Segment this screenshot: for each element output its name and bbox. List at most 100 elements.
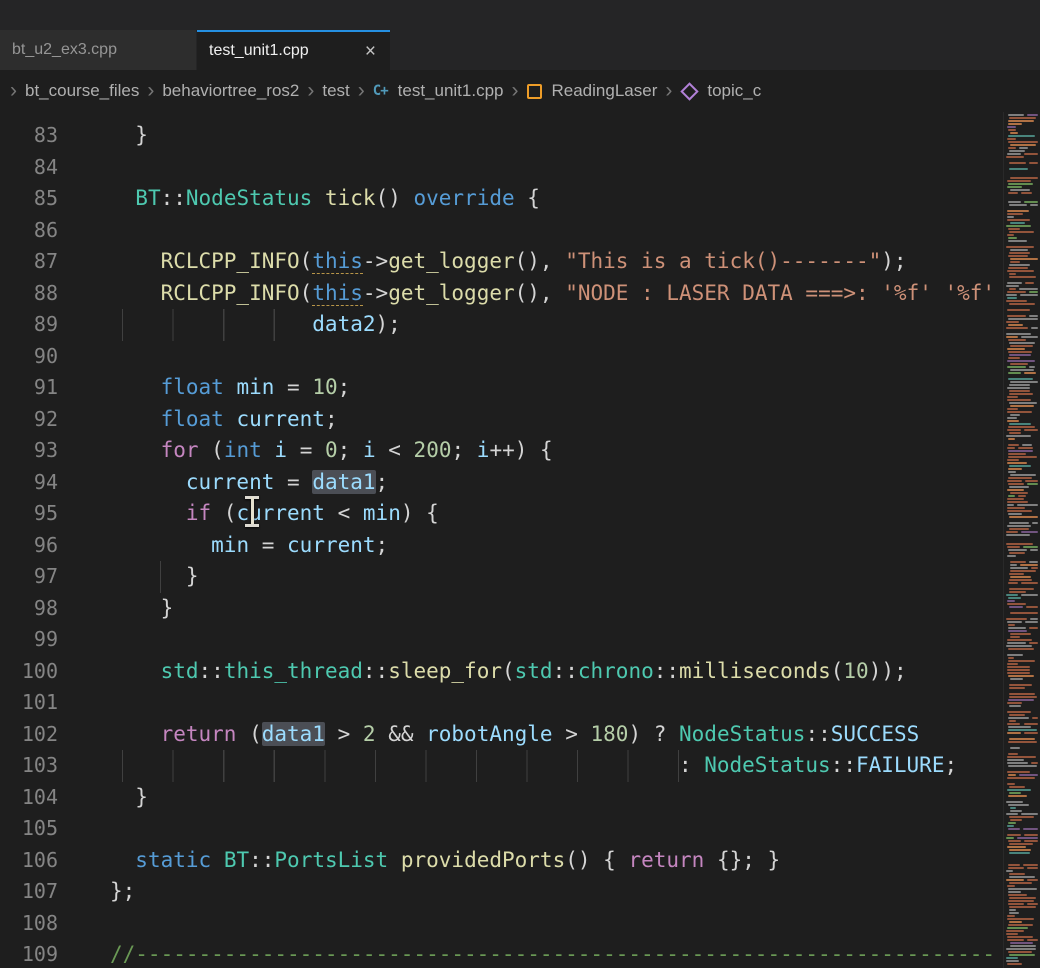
code-token: ::	[654, 659, 679, 683]
code-line[interactable]	[110, 152, 1040, 184]
code-line[interactable]: : NodeStatus::FAILURE;	[110, 750, 1040, 782]
breadcrumb-item-behaviortree-ros2[interactable]: behaviortree_ros2	[162, 81, 299, 101]
code-line[interactable]: return (data1 > 2 && robotAngle > 180) ?…	[110, 719, 1040, 751]
code-token	[224, 407, 237, 431]
code-line[interactable]: static BT::PortsList providedPorts() { r…	[110, 845, 1040, 877]
minimap-line	[1006, 534, 1030, 536]
code-line[interactable]: }	[110, 120, 1040, 152]
chevron-right-icon: ›	[358, 80, 365, 101]
code-line[interactable]: RCLCPP_INFO(this->get_logger(), "This is…	[110, 246, 1040, 278]
minimap-line	[1021, 531, 1038, 533]
code-token	[211, 848, 224, 872]
tab-bt_u2_ex3[interactable]: bt_u2_ex3.cpp	[0, 30, 197, 70]
code-line[interactable]: if (current < min) {	[110, 498, 1040, 530]
code-token: float	[161, 407, 224, 431]
minimap-line	[1007, 180, 1032, 182]
code-line[interactable]: };	[110, 876, 1040, 908]
code-area[interactable]: } BT::NodeStatus tick() override { RCLCP…	[110, 112, 1040, 968]
minimap-line	[1008, 717, 1028, 719]
chevron-right-icon: ›	[147, 80, 154, 101]
code-line[interactable]: RCLCPP_INFO(this->get_logger(), "NODE : …	[110, 278, 1040, 310]
code-line[interactable]	[110, 341, 1040, 373]
minimap-line	[1008, 795, 1027, 797]
minimap-line	[1029, 366, 1035, 368]
code-token: };	[110, 879, 135, 903]
breadcrumb-item-test-unit1-cpp[interactable]: test_unit1.cpp	[398, 81, 504, 101]
code-line[interactable]: for (int i = 0; i < 200; i++) {	[110, 435, 1040, 467]
code-token: ) ?	[628, 722, 679, 746]
breadcrumb-item-test[interactable]: test	[322, 81, 349, 101]
minimap-line	[1006, 813, 1018, 815]
code-line[interactable]: min = current;	[110, 530, 1040, 562]
code-token: ::	[161, 186, 186, 210]
breadcrumb-item-readinglaser[interactable]: ReadingLaser	[552, 81, 658, 101]
code-token: (	[199, 438, 224, 462]
minimap-line	[1010, 819, 1022, 821]
minimap-line	[1021, 582, 1038, 584]
code-token: (),	[515, 249, 566, 273]
close-icon[interactable]: ×	[363, 42, 378, 61]
minimap-line	[1010, 177, 1038, 179]
minimap-line	[1010, 492, 1028, 494]
minimap-line	[1010, 414, 1021, 416]
minimap-line	[1017, 504, 1038, 506]
code-line[interactable]: float min = 10;	[110, 372, 1040, 404]
code-line[interactable]: data2);	[110, 309, 1040, 341]
code-token: ->	[363, 249, 388, 273]
code-line[interactable]: current = data1;	[110, 467, 1040, 499]
minimap-line	[1022, 444, 1032, 446]
minimap-line	[1008, 513, 1022, 515]
code-line[interactable]: float current;	[110, 404, 1040, 436]
tab-test_unit1[interactable]: test_unit1.cpp ×	[197, 30, 390, 70]
code-token: this_thread	[224, 659, 363, 683]
minimap-line	[1008, 228, 1021, 230]
minimap-line	[1007, 408, 1018, 410]
code-token: >	[553, 722, 591, 746]
minimap-line	[1007, 672, 1030, 674]
code-line[interactable]: }	[110, 561, 1040, 593]
line-number: 101	[0, 687, 58, 719]
code-editor[interactable]: 8384858687888990919293949596979899100101…	[0, 112, 1040, 968]
breadcrumb-item-topic-c[interactable]: topic_c	[707, 81, 761, 101]
code-line[interactable]: BT::NodeStatus tick() override {	[110, 183, 1040, 215]
code-line[interactable]: //--------------------------------------…	[110, 939, 1040, 968]
minimap-line	[1006, 645, 1031, 647]
minimap-line	[1007, 360, 1034, 362]
minimap-line	[1006, 933, 1018, 935]
code-line[interactable]	[110, 813, 1040, 845]
minimap-line	[1010, 363, 1028, 365]
code-token: ;	[325, 407, 338, 431]
minimap-line	[1009, 231, 1034, 233]
minimap-line	[1010, 570, 1037, 572]
minimap-line	[1007, 429, 1021, 431]
code-line[interactable]	[110, 908, 1040, 940]
minimap[interactable]	[1003, 112, 1040, 968]
code-token: milliseconds	[679, 659, 831, 683]
minimap-line	[1008, 624, 1016, 626]
minimap-line	[1029, 642, 1038, 644]
code-line[interactable]: }	[110, 782, 1040, 814]
minimap-line	[1009, 591, 1026, 593]
minimap-line	[1007, 126, 1015, 128]
code-token: 2	[363, 722, 376, 746]
minimap-line	[1007, 669, 1030, 671]
code-token: NodeStatus	[679, 722, 805, 746]
code-token: (	[831, 659, 844, 683]
breadcrumb-item-bt-course-files[interactable]: bt_course_files	[25, 81, 139, 101]
minimap-line	[1024, 372, 1037, 374]
minimap-line	[1010, 474, 1036, 476]
minimap-line	[1006, 837, 1014, 839]
code-line[interactable]	[110, 687, 1040, 719]
code-line[interactable]: std::this_thread::sleep_for(std::chrono:…	[110, 656, 1040, 688]
code-token: {	[515, 186, 540, 210]
code-line[interactable]	[110, 215, 1040, 247]
code-line[interactable]	[110, 624, 1040, 656]
code-token: <	[325, 501, 363, 525]
code-token: ::	[553, 659, 578, 683]
code-line[interactable]: }	[110, 593, 1040, 625]
code-token: =	[274, 375, 312, 399]
code-token: ::	[831, 753, 856, 777]
minimap-line	[1027, 483, 1038, 485]
minimap-line	[1007, 447, 1016, 449]
code-token: {}; }	[704, 848, 780, 872]
